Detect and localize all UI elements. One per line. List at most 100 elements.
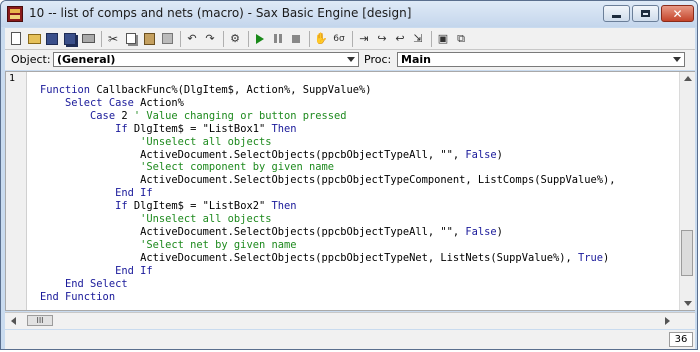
scroll-up-icon[interactable] <box>684 76 692 81</box>
proc-label: Proc: <box>364 53 392 66</box>
copy-button[interactable] <box>124 32 138 46</box>
open-button[interactable] <box>27 32 41 46</box>
code-line[interactable]: 'Select net by given name <box>40 239 616 252</box>
code-line[interactable]: Case 2 ' Value changing or button presse… <box>40 110 616 123</box>
code-comment: 'Select component by given name <box>40 161 335 174</box>
code-comment: 'Unselect all objects <box>40 213 272 226</box>
undo-button[interactable]: ↶ <box>185 32 199 46</box>
code-keyword: Then <box>271 200 297 213</box>
step-to-cursor-button[interactable]: ⇲ <box>411 32 425 46</box>
minimize-icon <box>612 15 621 18</box>
save-button[interactable] <box>45 32 59 46</box>
code-keyword: End If <box>40 264 153 277</box>
save-all-button[interactable] <box>63 32 77 46</box>
delete-icon <box>161 33 173 44</box>
scroll-right-icon[interactable] <box>665 317 670 325</box>
new-file-button[interactable] <box>9 32 23 46</box>
maximize-icon <box>641 10 650 17</box>
cut-button[interactable]: ✂ <box>106 32 120 46</box>
code-keyword: If <box>40 200 134 213</box>
app-icon[interactable] <box>7 6 23 22</box>
pause-button[interactable] <box>271 32 285 46</box>
code-line[interactable]: If DlgItem$ = "ListBox2" Then <box>40 200 616 213</box>
vertical-scroll-thumb[interactable] <box>681 230 693 276</box>
code-line[interactable]: 'Unselect all objects <box>40 213 616 226</box>
code-keyword: True <box>578 251 604 264</box>
chevron-down-icon <box>673 57 681 62</box>
code-line[interactable]: ActiveDocument.SelectObjects(ppcbObjectT… <box>40 252 616 265</box>
minimize-button[interactable] <box>603 5 630 22</box>
status-bar: 36 <box>5 330 695 349</box>
code-line[interactable]: ActiveDocument.SelectObjects(ppcbObjectT… <box>40 149 616 162</box>
title-bar[interactable]: 10 -- list of comps and nets (macro) - S… <box>1 1 697 27</box>
copy-icon <box>126 33 136 44</box>
step-over-button[interactable]: ↪ <box>375 32 389 46</box>
code-line[interactable]: End If <box>40 265 616 278</box>
references-icon: ⧉ <box>457 31 465 45</box>
code-keyword: Case <box>40 109 122 122</box>
object-value: (General) <box>57 53 116 66</box>
run-button[interactable] <box>253 32 267 46</box>
hand-button[interactable]: ✋ <box>314 32 328 46</box>
object-proc-bar: Object: (General) Proc: Main <box>5 50 695 70</box>
step-out-button[interactable]: ↩ <box>393 32 407 46</box>
code-comment: ' Value changing or button pressed <box>133 109 347 122</box>
code-line[interactable]: Function CallbackFunc%(DlgItem$, Action%… <box>40 84 616 97</box>
references-button[interactable]: ⧉ <box>454 32 468 46</box>
print-button[interactable] <box>81 32 95 46</box>
code-keyword: End Select <box>40 277 128 290</box>
code-text: CallbackFunc%(DlgItem$, Action%, SuppVal… <box>96 84 372 96</box>
open-folder-icon <box>27 33 41 44</box>
code-text: ) <box>496 225 503 238</box>
object-dropdown[interactable]: (General) <box>53 52 359 67</box>
code-text: ActiveDocument.SelectObjects(ppcbObjectT… <box>40 251 578 264</box>
window-title: 10 -- list of comps and nets (macro) - S… <box>29 6 412 20</box>
code-line[interactable]: ActiveDocument.SelectObjects(ppcbObjectT… <box>40 174 616 187</box>
paste-button[interactable] <box>142 32 156 46</box>
code-keyword: End Function <box>40 290 116 303</box>
code-keyword: End If <box>40 187 153 200</box>
code-line[interactable]: 'Unselect all objects <box>40 136 616 149</box>
code-text: DlgItem$ = "ListBox1" <box>133 122 272 135</box>
code-keyword: Select Case <box>40 96 141 109</box>
pause-icon <box>274 34 282 43</box>
code-keyword: Function <box>40 84 97 96</box>
editor-window: 10 -- list of comps and nets (macro) - S… <box>0 0 698 350</box>
redo-button[interactable]: ↷ <box>203 32 217 46</box>
code-line[interactable]: End Function <box>40 291 616 304</box>
code-line[interactable]: End Select <box>40 278 616 291</box>
code-line[interactable]: Select Case Action% <box>40 97 616 110</box>
save-icon <box>46 32 58 45</box>
code-line[interactable]: If DlgItem$ = "ListBox1" Then <box>40 123 616 136</box>
code-line[interactable]: 'Select component by given name <box>40 161 616 174</box>
code-area[interactable]: Function CallbackFunc%(DlgItem$, Action%… <box>40 84 616 303</box>
code-text: ActiveDocument.SelectObjects(ppcbObjectT… <box>40 174 616 187</box>
hand-icon: ✋ <box>314 32 328 45</box>
stop-button[interactable] <box>289 32 303 46</box>
code-line[interactable]: ActiveDocument.SelectObjects(ppcbObjectT… <box>40 226 616 239</box>
toolbar-separator <box>248 30 249 47</box>
toolbar-separator <box>101 30 102 47</box>
step-into-button[interactable]: ⇥ <box>357 32 371 46</box>
code-text: ActiveDocument.SelectObjects(ppcbObjectT… <box>40 225 466 238</box>
save-all-icon <box>64 32 76 45</box>
watch-button[interactable]: 6σ <box>332 32 346 46</box>
code-line[interactable]: End If <box>40 187 616 200</box>
horizontal-scroll-thumb[interactable]: III <box>27 315 53 326</box>
delete-button[interactable] <box>160 32 174 46</box>
vertical-scrollbar[interactable] <box>679 72 695 310</box>
code-editor[interactable]: 1 Function CallbackFunc%(DlgItem$, Actio… <box>5 71 695 311</box>
proc-dropdown[interactable]: Main <box>397 52 685 67</box>
code-text: ) <box>496 148 503 161</box>
scroll-left-icon[interactable] <box>11 317 16 325</box>
macro-button[interactable]: ⚙ <box>228 32 242 46</box>
close-button[interactable]: ✕ <box>661 5 694 22</box>
horizontal-scrollbar[interactable]: III <box>5 312 695 329</box>
code-text: ) <box>603 251 610 264</box>
step-out-icon: ↩ <box>395 32 405 45</box>
toolbar-separator <box>431 30 432 47</box>
dialog-editor-button[interactable]: ▣ <box>436 32 450 46</box>
scroll-down-icon[interactable] <box>684 301 692 306</box>
step-to-cursor-icon: ⇲ <box>413 32 423 45</box>
maximize-button[interactable] <box>632 5 659 22</box>
